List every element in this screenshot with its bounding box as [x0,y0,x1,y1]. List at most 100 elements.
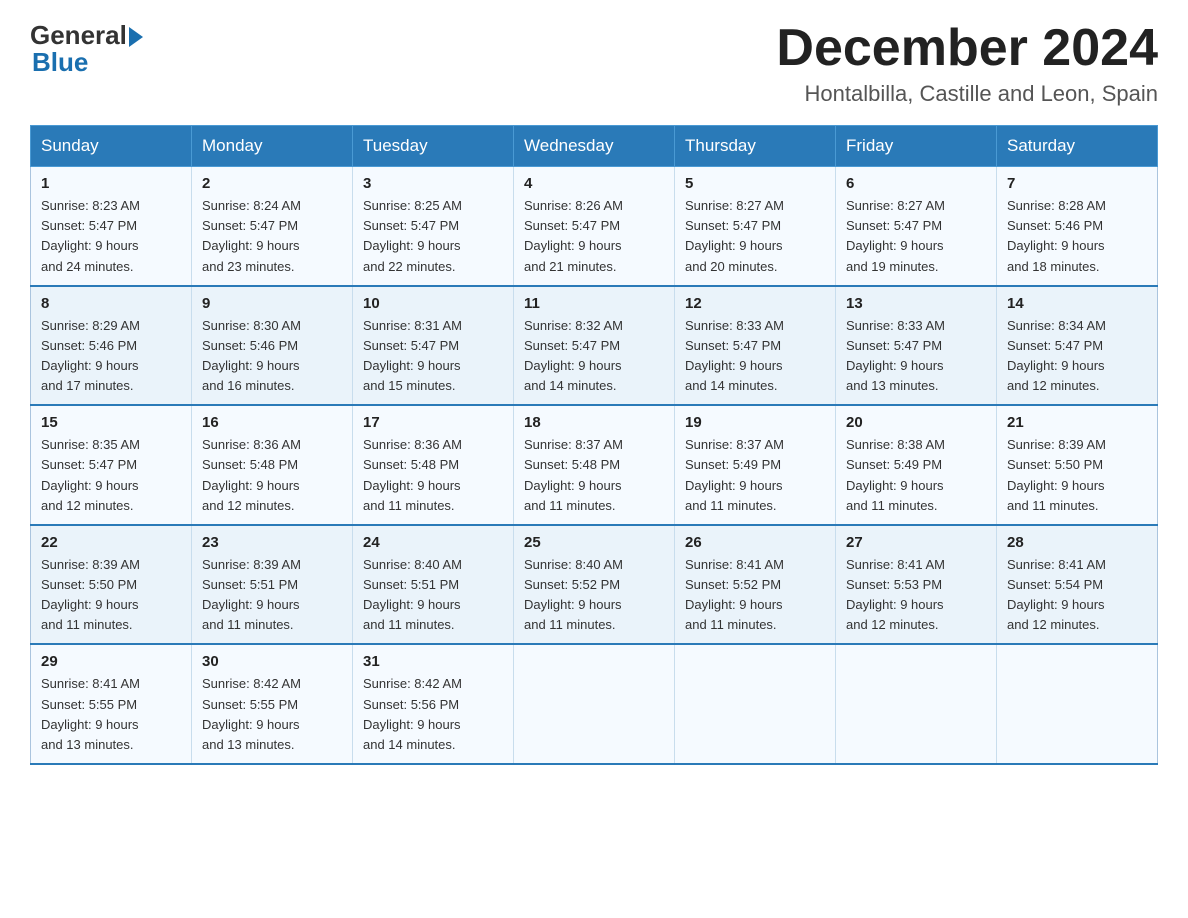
day-number: 21 [1007,414,1147,431]
day-info: Sunrise: 8:30 AM Sunset: 5:46 PM Dayligh… [202,316,342,397]
calendar-table: SundayMondayTuesdayWednesdayThursdayFrid… [30,125,1158,765]
weekday-header-monday: Monday [192,126,353,167]
page-header: General Blue December 2024 Hontalbilla, … [30,20,1158,107]
calendar-cell: 7 Sunrise: 8:28 AM Sunset: 5:46 PM Dayli… [997,167,1158,286]
weekday-header-friday: Friday [836,126,997,167]
day-number: 6 [846,175,986,192]
day-number: 19 [685,414,825,431]
day-number: 16 [202,414,342,431]
day-info: Sunrise: 8:32 AM Sunset: 5:47 PM Dayligh… [524,316,664,397]
day-info: Sunrise: 8:33 AM Sunset: 5:47 PM Dayligh… [846,316,986,397]
calendar-cell: 30 Sunrise: 8:42 AM Sunset: 5:55 PM Dayl… [192,644,353,764]
calendar-cell: 4 Sunrise: 8:26 AM Sunset: 5:47 PM Dayli… [514,167,675,286]
day-info: Sunrise: 8:41 AM Sunset: 5:55 PM Dayligh… [41,674,181,755]
calendar-cell: 3 Sunrise: 8:25 AM Sunset: 5:47 PM Dayli… [353,167,514,286]
day-info: Sunrise: 8:37 AM Sunset: 5:49 PM Dayligh… [685,435,825,516]
day-number: 25 [524,534,664,551]
weekday-header-thursday: Thursday [675,126,836,167]
day-info: Sunrise: 8:41 AM Sunset: 5:53 PM Dayligh… [846,555,986,636]
calendar-cell: 13 Sunrise: 8:33 AM Sunset: 5:47 PM Dayl… [836,286,997,406]
day-number: 28 [1007,534,1147,551]
calendar-cell: 27 Sunrise: 8:41 AM Sunset: 5:53 PM Dayl… [836,525,997,645]
calendar-cell: 21 Sunrise: 8:39 AM Sunset: 5:50 PM Dayl… [997,405,1158,525]
day-number: 23 [202,534,342,551]
day-info: Sunrise: 8:39 AM Sunset: 5:50 PM Dayligh… [1007,435,1147,516]
calendar-cell: 6 Sunrise: 8:27 AM Sunset: 5:47 PM Dayli… [836,167,997,286]
calendar-cell: 25 Sunrise: 8:40 AM Sunset: 5:52 PM Dayl… [514,525,675,645]
calendar-cell: 16 Sunrise: 8:36 AM Sunset: 5:48 PM Dayl… [192,405,353,525]
day-number: 20 [846,414,986,431]
calendar-cell: 9 Sunrise: 8:30 AM Sunset: 5:46 PM Dayli… [192,286,353,406]
day-info: Sunrise: 8:40 AM Sunset: 5:52 PM Dayligh… [524,555,664,636]
calendar-cell: 8 Sunrise: 8:29 AM Sunset: 5:46 PM Dayli… [31,286,192,406]
day-info: Sunrise: 8:31 AM Sunset: 5:47 PM Dayligh… [363,316,503,397]
calendar-cell [514,644,675,764]
calendar-cell [675,644,836,764]
day-info: Sunrise: 8:38 AM Sunset: 5:49 PM Dayligh… [846,435,986,516]
calendar-cell: 2 Sunrise: 8:24 AM Sunset: 5:47 PM Dayli… [192,167,353,286]
day-number: 10 [363,295,503,312]
calendar-week-row: 8 Sunrise: 8:29 AM Sunset: 5:46 PM Dayli… [31,286,1158,406]
day-number: 9 [202,295,342,312]
weekday-header-row: SundayMondayTuesdayWednesdayThursdayFrid… [31,126,1158,167]
calendar-body: 1 Sunrise: 8:23 AM Sunset: 5:47 PM Dayli… [31,167,1158,764]
day-number: 4 [524,175,664,192]
day-info: Sunrise: 8:35 AM Sunset: 5:47 PM Dayligh… [41,435,181,516]
calendar-header: SundayMondayTuesdayWednesdayThursdayFrid… [31,126,1158,167]
day-number: 31 [363,653,503,670]
calendar-cell: 23 Sunrise: 8:39 AM Sunset: 5:51 PM Dayl… [192,525,353,645]
day-number: 8 [41,295,181,312]
day-info: Sunrise: 8:29 AM Sunset: 5:46 PM Dayligh… [41,316,181,397]
day-info: Sunrise: 8:23 AM Sunset: 5:47 PM Dayligh… [41,196,181,277]
calendar-cell: 29 Sunrise: 8:41 AM Sunset: 5:55 PM Dayl… [31,644,192,764]
calendar-cell: 22 Sunrise: 8:39 AM Sunset: 5:50 PM Dayl… [31,525,192,645]
calendar-cell: 1 Sunrise: 8:23 AM Sunset: 5:47 PM Dayli… [31,167,192,286]
day-number: 17 [363,414,503,431]
month-year-title: December 2024 [776,20,1158,77]
logo-blue: Blue [32,47,88,78]
calendar-cell: 12 Sunrise: 8:33 AM Sunset: 5:47 PM Dayl… [675,286,836,406]
calendar-cell: 20 Sunrise: 8:38 AM Sunset: 5:49 PM Dayl… [836,405,997,525]
calendar-cell: 5 Sunrise: 8:27 AM Sunset: 5:47 PM Dayli… [675,167,836,286]
day-info: Sunrise: 8:27 AM Sunset: 5:47 PM Dayligh… [846,196,986,277]
day-number: 7 [1007,175,1147,192]
logo-arrow-icon [129,27,143,47]
day-number: 5 [685,175,825,192]
day-number: 12 [685,295,825,312]
calendar-week-row: 29 Sunrise: 8:41 AM Sunset: 5:55 PM Dayl… [31,644,1158,764]
calendar-week-row: 1 Sunrise: 8:23 AM Sunset: 5:47 PM Dayli… [31,167,1158,286]
day-number: 13 [846,295,986,312]
day-info: Sunrise: 8:40 AM Sunset: 5:51 PM Dayligh… [363,555,503,636]
day-number: 1 [41,175,181,192]
title-area: December 2024 Hontalbilla, Castille and … [776,20,1158,107]
day-info: Sunrise: 8:25 AM Sunset: 5:47 PM Dayligh… [363,196,503,277]
day-info: Sunrise: 8:36 AM Sunset: 5:48 PM Dayligh… [202,435,342,516]
calendar-cell: 26 Sunrise: 8:41 AM Sunset: 5:52 PM Dayl… [675,525,836,645]
calendar-week-row: 15 Sunrise: 8:35 AM Sunset: 5:47 PM Dayl… [31,405,1158,525]
location-subtitle: Hontalbilla, Castille and Leon, Spain [776,81,1158,107]
calendar-cell [997,644,1158,764]
day-info: Sunrise: 8:41 AM Sunset: 5:54 PM Dayligh… [1007,555,1147,636]
day-number: 30 [202,653,342,670]
day-number: 18 [524,414,664,431]
day-info: Sunrise: 8:36 AM Sunset: 5:48 PM Dayligh… [363,435,503,516]
calendar-cell: 28 Sunrise: 8:41 AM Sunset: 5:54 PM Dayl… [997,525,1158,645]
day-info: Sunrise: 8:27 AM Sunset: 5:47 PM Dayligh… [685,196,825,277]
day-info: Sunrise: 8:34 AM Sunset: 5:47 PM Dayligh… [1007,316,1147,397]
calendar-week-row: 22 Sunrise: 8:39 AM Sunset: 5:50 PM Dayl… [31,525,1158,645]
day-info: Sunrise: 8:42 AM Sunset: 5:55 PM Dayligh… [202,674,342,755]
calendar-cell: 31 Sunrise: 8:42 AM Sunset: 5:56 PM Dayl… [353,644,514,764]
calendar-cell: 24 Sunrise: 8:40 AM Sunset: 5:51 PM Dayl… [353,525,514,645]
day-number: 14 [1007,295,1147,312]
day-info: Sunrise: 8:39 AM Sunset: 5:50 PM Dayligh… [41,555,181,636]
weekday-header-tuesday: Tuesday [353,126,514,167]
calendar-cell: 10 Sunrise: 8:31 AM Sunset: 5:47 PM Dayl… [353,286,514,406]
day-info: Sunrise: 8:41 AM Sunset: 5:52 PM Dayligh… [685,555,825,636]
day-info: Sunrise: 8:42 AM Sunset: 5:56 PM Dayligh… [363,674,503,755]
day-info: Sunrise: 8:26 AM Sunset: 5:47 PM Dayligh… [524,196,664,277]
day-number: 2 [202,175,342,192]
day-info: Sunrise: 8:28 AM Sunset: 5:46 PM Dayligh… [1007,196,1147,277]
calendar-cell: 18 Sunrise: 8:37 AM Sunset: 5:48 PM Dayl… [514,405,675,525]
calendar-cell: 11 Sunrise: 8:32 AM Sunset: 5:47 PM Dayl… [514,286,675,406]
logo: General Blue [30,20,143,78]
